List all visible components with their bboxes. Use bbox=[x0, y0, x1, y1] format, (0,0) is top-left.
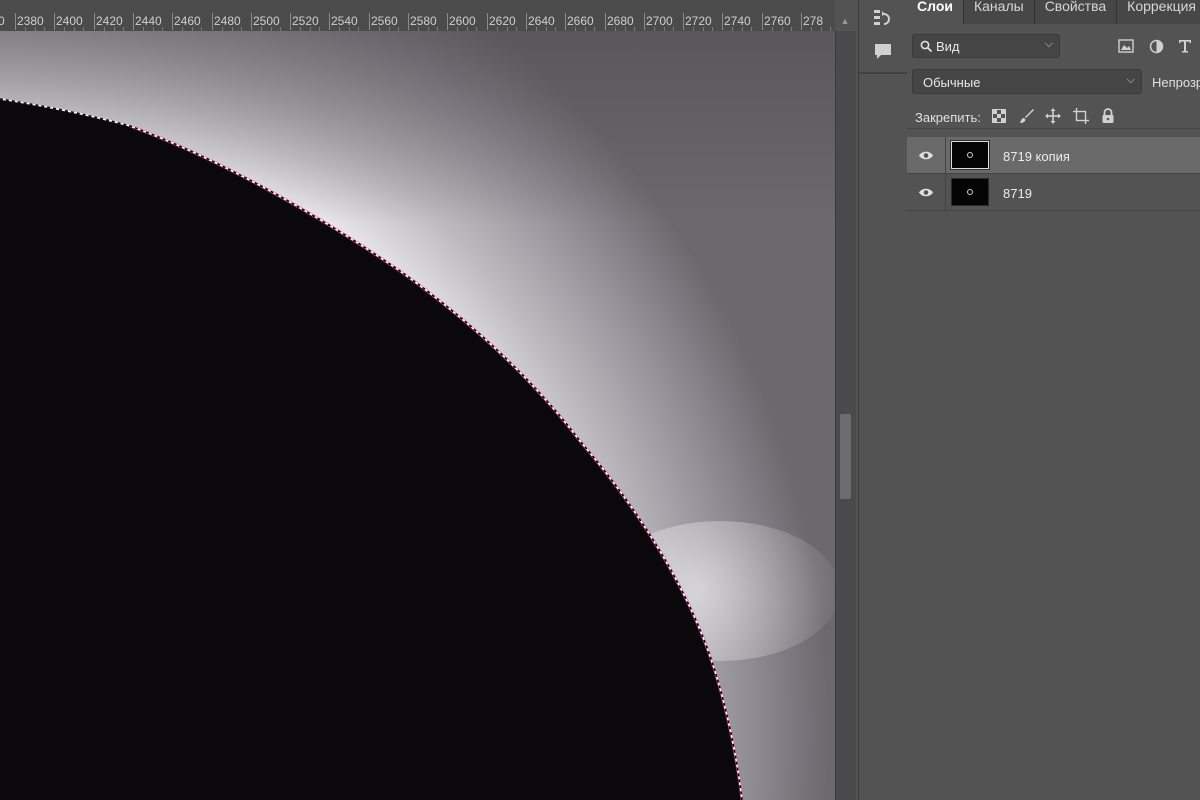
ruler-label: 2720 bbox=[685, 14, 712, 28]
ruler-label: 2500 bbox=[253, 14, 280, 28]
canvas-image bbox=[0, 31, 835, 800]
ruler-major-tick bbox=[172, 13, 173, 30]
lock-transparent-pixels-icon[interactable] bbox=[989, 106, 1009, 126]
layer-row[interactable]: 8719 bbox=[907, 174, 1200, 211]
lock-position-icon[interactable] bbox=[1043, 106, 1063, 126]
adjustment-filter-icon[interactable] bbox=[1146, 36, 1166, 56]
ruler-label: 2460 bbox=[174, 14, 201, 28]
ruler-label: 2400 bbox=[56, 14, 83, 28]
tab-channels[interactable]: Каналы bbox=[963, 0, 1035, 24]
image-filter-icon[interactable] bbox=[1116, 36, 1136, 56]
ruler-label: 2640 bbox=[528, 14, 555, 28]
lock-artboard-icon[interactable] bbox=[1071, 106, 1091, 126]
ruler-major-tick bbox=[251, 13, 252, 30]
blend-mode-label: Обычные bbox=[923, 75, 981, 90]
layer-row[interactable]: 8719 копия bbox=[907, 137, 1200, 174]
layer-thumbnail bbox=[951, 178, 989, 206]
visibility-eye-icon[interactable] bbox=[917, 147, 935, 163]
ruler-major-tick bbox=[644, 13, 645, 30]
ruler-major-tick bbox=[15, 13, 16, 30]
ruler-major-tick bbox=[762, 13, 763, 30]
chevron-down-icon: ⌵ bbox=[1044, 38, 1053, 50]
ruler-label: 2700 bbox=[646, 14, 673, 28]
horizontal-ruler[interactable]: 0 2380 2400 2420 2440 2460 2480 2500 2520 2540 25… bbox=[0, 0, 835, 32]
ruler-major-tick bbox=[94, 13, 95, 30]
tab-properties[interactable]: Свойства bbox=[1034, 0, 1118, 24]
photoshop-window: 0 2380 2400 2420 2440 2460 2480 2500 2520 2540 25… bbox=[0, 0, 1200, 800]
lock-label: Закрепить: bbox=[915, 110, 981, 125]
ruler-label: 2520 bbox=[292, 14, 319, 28]
layer-filter-row: Вид ⌵ bbox=[907, 34, 1200, 60]
document-canvas[interactable] bbox=[0, 31, 835, 800]
tab-layers[interactable]: Слои bbox=[907, 0, 964, 24]
panel-tabs: Слои Каналы Свойства Коррекция bbox=[907, 0, 1200, 24]
layer-thumbnail bbox=[950, 140, 990, 170]
ruler-label: 278 bbox=[803, 14, 824, 28]
comments-icon[interactable] bbox=[871, 40, 895, 64]
ruler-major-tick bbox=[487, 13, 488, 30]
ruler-label: 2660 bbox=[567, 14, 594, 28]
ruler-major-tick bbox=[683, 13, 684, 30]
ruler-label: 2420 bbox=[96, 14, 123, 28]
ruler-major-tick bbox=[722, 13, 723, 30]
visibility-eye-icon[interactable] bbox=[917, 184, 935, 200]
ruler-label: 2580 bbox=[410, 14, 437, 28]
ruler-label: 2760 bbox=[764, 14, 791, 28]
ruler-major-tick bbox=[133, 13, 134, 30]
ruler-label: 2560 bbox=[371, 14, 398, 28]
ruler-major-tick bbox=[801, 13, 802, 30]
ruler-major-tick bbox=[54, 13, 55, 30]
ruler-label: 2620 bbox=[489, 14, 516, 28]
ruler-label: 2440 bbox=[135, 14, 162, 28]
type-filter-icon[interactable] bbox=[1175, 36, 1195, 56]
layer-name: 8719 копия bbox=[1003, 149, 1070, 164]
lock-all-icon[interactable] bbox=[1098, 106, 1118, 126]
vertical-scrollbar[interactable] bbox=[835, 31, 856, 800]
ruler-major-tick bbox=[329, 13, 330, 30]
chevron-down-icon: ⌵ bbox=[1126, 74, 1135, 86]
tab-adjustments[interactable]: Коррекция bbox=[1117, 0, 1200, 24]
ruler-label: 2380 bbox=[17, 14, 44, 28]
ruler-label: 2680 bbox=[607, 14, 634, 28]
search-icon bbox=[920, 40, 933, 53]
ruler-label: 2540 bbox=[331, 14, 358, 28]
scroll-up-icon[interactable]: ▲ bbox=[835, 12, 855, 30]
blend-row: Обычные ⌵ Непрозр bbox=[907, 69, 1200, 95]
layers-list: 8719 копия 8719 bbox=[907, 137, 1200, 211]
scrollbar-thumb[interactable] bbox=[840, 414, 851, 499]
ruler-major-tick bbox=[408, 13, 409, 30]
panel-dock bbox=[858, 0, 908, 800]
ruler-major-tick bbox=[447, 13, 448, 30]
ruler-label: 2740 bbox=[724, 14, 751, 28]
ruler-major-tick bbox=[212, 13, 213, 30]
layer-name: 8719 bbox=[1003, 186, 1032, 201]
ruler-major-tick bbox=[605, 13, 606, 30]
ruler-major-tick bbox=[290, 13, 291, 30]
layer-filter-select[interactable]: Вид ⌵ bbox=[912, 34, 1060, 58]
layers-panel: Слои Каналы Свойства Коррекция Вид ⌵ Обы… bbox=[907, 0, 1200, 800]
ruler-label: 2600 bbox=[449, 14, 476, 28]
ruler-label: 2480 bbox=[214, 14, 241, 28]
lock-row: Закрепить: bbox=[907, 104, 1200, 129]
blend-mode-select[interactable]: Обычные ⌵ bbox=[912, 69, 1142, 94]
ruler-major-tick bbox=[526, 13, 527, 30]
history-icon[interactable] bbox=[871, 6, 895, 30]
lock-image-pixels-icon[interactable] bbox=[1017, 106, 1037, 126]
filter-label: Вид bbox=[936, 39, 960, 54]
ruler-major-tick bbox=[369, 13, 370, 30]
ruler-major-tick bbox=[565, 13, 566, 30]
opacity-label: Непрозр bbox=[1152, 75, 1200, 90]
ruler-label: 0 bbox=[0, 14, 5, 28]
